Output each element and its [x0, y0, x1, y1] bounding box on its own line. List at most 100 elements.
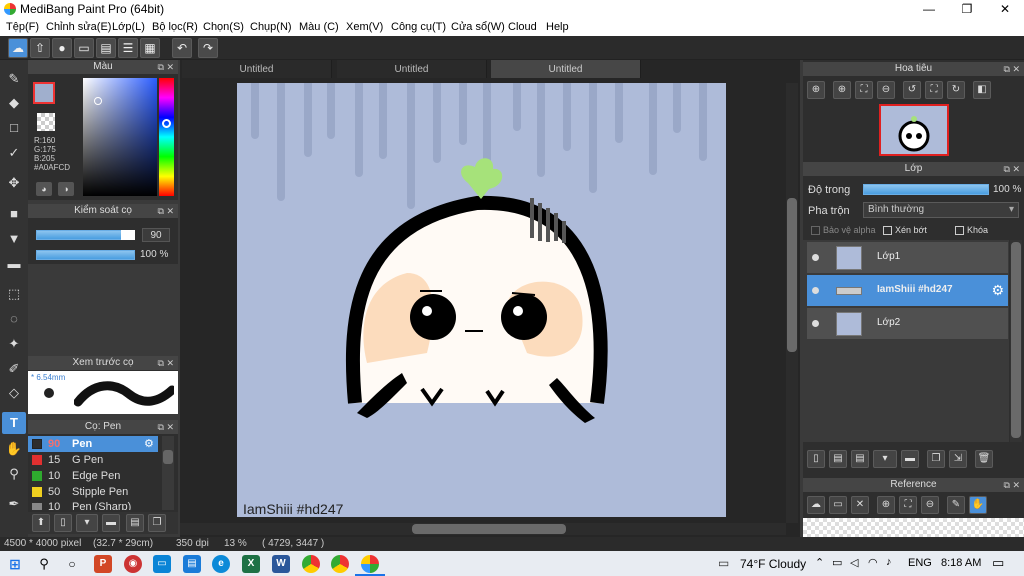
gradient-tool-icon[interactable]: ▬ [2, 253, 26, 275]
move-tool-icon[interactable]: ✥ [2, 172, 26, 194]
gear-icon[interactable]: ⚙ [144, 437, 154, 450]
chrome-icon[interactable] [302, 555, 320, 573]
merge-layer-icon[interactable]: ⇲ [949, 450, 967, 468]
list-icon[interactable]: ☰ [118, 38, 138, 58]
protect-alpha-checkbox[interactable] [811, 226, 820, 235]
tab-untitled-1[interactable]: Untitled [182, 60, 332, 78]
brush-list-scrollbar[interactable] [162, 436, 174, 510]
navigator-thumbnail[interactable] [879, 104, 949, 156]
layer-folder-icon[interactable]: ▬ [901, 450, 919, 468]
cloud-upload-icon[interactable]: ☁ [807, 496, 825, 514]
menu-file[interactable]: Tệp(F) [6, 21, 39, 33]
fill-rect-tool-icon[interactable]: ■ [2, 203, 26, 225]
copy-icon[interactable]: ❐ [148, 514, 166, 532]
volume-icon[interactable]: ◁ [850, 556, 858, 569]
pen-path-icon[interactable]: ✒ [2, 493, 26, 515]
hand-icon[interactable]: ✋ [969, 496, 987, 514]
saturation-value-picker[interactable] [83, 78, 157, 196]
cloud-icon[interactable]: ☁ [8, 38, 28, 58]
list-item[interactable]: 50 Stipple Pen [28, 484, 158, 500]
zoom-in-alt-icon[interactable]: ⊕ [833, 81, 851, 99]
list-item[interactable]: 10 Pen (Sharp) [28, 500, 158, 510]
menu-view[interactable]: Xem(V) [346, 21, 383, 33]
layer-row[interactable]: Lớp2 [807, 308, 1008, 340]
weather-icon[interactable]: ▭ [718, 556, 729, 570]
menu-layer[interactable]: Lớp(L) [112, 21, 145, 33]
panel-controls-icon[interactable]: ⧉ ✕ [158, 204, 174, 218]
undo-icon[interactable]: ↶ [172, 38, 192, 58]
palette-icon[interactable]: ◕ [36, 182, 52, 196]
eraser-tool-icon[interactable]: ◆ [2, 92, 26, 114]
brush-doc-icon[interactable]: ▤ [126, 514, 144, 532]
medibang-icon[interactable] [361, 555, 379, 573]
clock[interactable]: 8:18 AM [941, 557, 981, 569]
panel-controls-icon[interactable]: ⧉ ✕ [1004, 162, 1020, 176]
clipping-checkbox[interactable] [883, 226, 892, 235]
new-8bit-layer-icon[interactable]: ▤ [851, 450, 869, 468]
task-view-icon[interactable]: ○ [63, 555, 81, 573]
transparent-color-swatch[interactable] [37, 113, 55, 131]
windows-start-icon[interactable]: ⊞ [6, 555, 24, 573]
hue-slider[interactable] [159, 78, 174, 196]
chevron-up-icon[interactable]: ⌃ [815, 556, 824, 569]
menu-filter[interactable]: Bộ lọc(R) [152, 21, 198, 33]
menu-tools[interactable]: Công cụ(T) [391, 21, 446, 33]
add-brush-icon[interactable]: ⬆ [32, 514, 50, 532]
brush-opacity-slider[interactable] [36, 250, 135, 260]
layer-scroll-thumb[interactable] [1011, 242, 1021, 438]
list-item[interactable]: 10 Edge Pen [28, 468, 158, 484]
wifi-icon[interactable]: ◠ [868, 556, 878, 569]
trash-icon[interactable]: 🗑 [975, 450, 993, 468]
network-icon[interactable]: ▭ [832, 556, 842, 569]
list-item[interactable]: 15 G Pen [28, 452, 158, 468]
actual-size-icon[interactable]: ⛶ [925, 81, 943, 99]
close-reference-icon[interactable]: ✕ [851, 496, 869, 514]
panel-controls-icon[interactable]: ⧉ ✕ [158, 60, 174, 74]
bucket-tool-icon[interactable]: ▼ [2, 228, 26, 250]
minimize-button[interactable]: — [910, 0, 948, 18]
open-folder-icon[interactable]: ▭ [829, 496, 847, 514]
excel-icon[interactable]: X [242, 555, 260, 573]
magic-wand-icon[interactable]: ✦ [2, 333, 26, 355]
fit-icon[interactable]: ⛶ [899, 496, 917, 514]
menu-color[interactable]: Màu (C) [299, 21, 339, 33]
panel-controls-icon[interactable]: ⧉ ✕ [1004, 478, 1020, 492]
hand-tool-icon[interactable]: ✋ [2, 438, 26, 460]
vertical-scroll-thumb[interactable] [787, 198, 797, 352]
edge-icon[interactable]: e [212, 555, 230, 573]
text-tool-icon[interactable]: T [2, 412, 26, 434]
dot-tool-icon[interactable]: ✓ [2, 142, 26, 164]
speaker-icon[interactable]: ♪ [886, 556, 892, 568]
select-eraser-icon[interactable]: ◇ [2, 382, 26, 404]
layer-row-selected[interactable]: IamShiii #hd247 ⚙ [807, 275, 1008, 307]
grid-icon[interactable]: ▦ [140, 38, 160, 58]
select-pen-icon[interactable]: ✐ [2, 358, 26, 380]
visibility-icon[interactable] [812, 287, 819, 294]
eyedropper-icon[interactable]: ✎ [947, 496, 965, 514]
zoom-out-icon[interactable]: ⊖ [877, 81, 895, 99]
add-layer-menu-icon[interactable]: ▾ [873, 450, 897, 468]
brush-size-input[interactable]: 90 [142, 228, 170, 242]
visibility-icon[interactable] [812, 320, 819, 327]
rectangle-tool-icon[interactable]: □ [2, 117, 26, 139]
new-brush-icon[interactable]: ▯ [54, 514, 72, 532]
file-explorer-icon[interactable]: ▤ [183, 555, 201, 573]
eyedropper-icon[interactable]: ⚲ [2, 463, 26, 485]
drawing-canvas[interactable]: IamShiii #hd247 [237, 83, 726, 517]
gear-icon[interactable]: ⚙ [991, 282, 1004, 299]
menu-select[interactable]: Chọn(S) [203, 21, 244, 33]
upload-icon[interactable]: ⇧ [30, 38, 50, 58]
notification-icon[interactable]: ▭ [992, 555, 1004, 571]
comment-icon[interactable]: ● [52, 38, 72, 58]
list-item[interactable]: 90 Pen ⚙ [28, 436, 158, 452]
layer-row[interactable]: Lớp1 [807, 242, 1008, 274]
flip-icon[interactable]: ◧ [973, 81, 991, 99]
new-halftone-layer-icon[interactable]: ▤ [829, 450, 847, 468]
powerpoint-icon[interactable]: P [94, 555, 112, 573]
panel-controls-icon[interactable]: ⧉ ✕ [158, 420, 174, 434]
menu-help[interactable]: Help [546, 21, 569, 33]
message-icon[interactable]: ▭ [74, 38, 94, 58]
brush-list-scroll-thumb[interactable] [163, 450, 173, 464]
foreground-color-swatch[interactable] [33, 82, 55, 104]
panel-controls-icon[interactable]: ⧉ ✕ [158, 356, 174, 370]
